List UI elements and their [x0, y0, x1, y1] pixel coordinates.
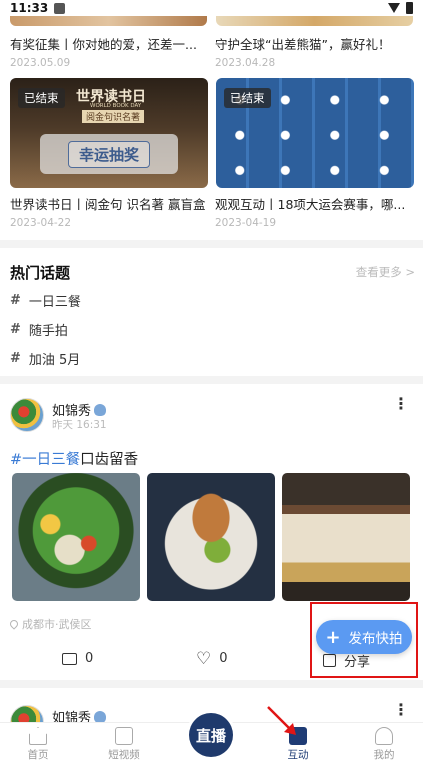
home-icon	[29, 727, 47, 745]
card-title: 世界读书日丨阅金句 识名著 赢盲盒	[10, 197, 206, 212]
like-button[interactable]: ♡ 0	[196, 648, 228, 669]
activity-info-right[interactable]: 观观互动丨18项大运会赛事，哪... 2023-04-19	[215, 194, 413, 229]
lottery-button[interactable]: 幸运抽奖	[40, 134, 178, 174]
nav-video-label: 短视频	[108, 749, 140, 761]
topic-item[interactable]: # 随手拍	[10, 320, 68, 339]
card-title: 有奖征集丨你对她的爱，还差一...	[10, 37, 197, 52]
feed[interactable]: 有奖征集丨你对她的爱，还差一... 2023.05.09 守护全球“出差熊猫”，…	[0, 0, 423, 722]
section-divider	[0, 240, 423, 248]
status-bar: 11:33	[0, 0, 423, 16]
section-divider	[0, 376, 423, 384]
nav-mine[interactable]: 我的	[354, 727, 414, 762]
battery-icon	[406, 2, 413, 14]
card-top-left[interactable]: 有奖征集丨你对她的爱，还差一... 2023.05.09	[10, 34, 208, 69]
heart-icon: ♡	[196, 648, 212, 669]
highlight-box	[310, 602, 418, 678]
red-arrow-annotation	[267, 706, 296, 735]
comment-count: 0	[85, 651, 94, 666]
card-title: 观观互动丨18项大运会赛事，哪...	[215, 197, 406, 212]
like-count: 0	[219, 651, 228, 666]
post-username[interactable]: 如锦秀	[52, 707, 107, 722]
nav-video[interactable]: 短视频	[94, 727, 154, 762]
username-text: 如锦秀	[52, 711, 92, 722]
activity-card-book-day[interactable]: 已结束 世界读书日 WORLD BOOK DAY 阅金句识名著 幸运抽奖	[10, 78, 208, 188]
ended-badge: 已结束	[224, 88, 271, 108]
card-top-right[interactable]: 守护全球“出差熊猫”，赢好礼！ 2023.04.28	[215, 34, 413, 69]
card-title: 守护全球“出差熊猫”，赢好礼！	[215, 37, 391, 52]
post-photo-cake[interactable]	[282, 473, 410, 601]
status-time: 11:33	[10, 1, 49, 15]
topic-label: 加油 5月	[28, 353, 81, 368]
post-hashtag[interactable]: #一日三餐	[10, 452, 80, 468]
hash-icon: #	[10, 293, 21, 308]
more-options-icon[interactable]: ⋮	[393, 702, 409, 718]
hash-icon: #	[10, 351, 21, 366]
topic-label: 随手拍	[28, 324, 68, 339]
post-photo-salad[interactable]	[12, 473, 140, 601]
lottery-label: 幸运抽奖	[67, 140, 150, 168]
avatar[interactable]	[10, 705, 44, 722]
comment-icon	[62, 652, 77, 665]
more-options-icon[interactable]: ⋮	[393, 396, 409, 412]
nav-home-label: 首页	[27, 749, 49, 761]
section-divider	[0, 680, 423, 688]
nav-home[interactable]: 首页	[8, 727, 68, 762]
card-image-top-right[interactable]	[216, 16, 413, 26]
location-text: 成都市·武侯区	[22, 618, 92, 631]
hot-topics-title: 热门话题	[10, 264, 71, 282]
banner-caption: 阅金句识名著	[82, 110, 145, 123]
banner-subtitle: WORLD BOOK DAY	[90, 103, 142, 109]
comment-button[interactable]: 0	[62, 651, 93, 666]
post-photo-fish[interactable]	[147, 473, 275, 601]
topic-item[interactable]: # 一日三餐	[10, 291, 81, 310]
view-more-link[interactable]: 查看更多 >	[356, 264, 415, 280]
nav-live-button[interactable]: 直播	[189, 713, 233, 757]
avatar[interactable]	[10, 398, 44, 432]
post-location: 成都市·武侯区	[8, 616, 92, 632]
location-pin-icon	[8, 618, 20, 630]
card-date: 2023-04-22	[10, 217, 72, 229]
post-text: #一日三餐口齿留香	[10, 448, 138, 469]
video-icon	[115, 727, 133, 745]
nav-mine-label: 我的	[373, 749, 395, 761]
card-date: 2023.04.28	[215, 57, 276, 69]
activity-card-sports[interactable]: 已结束	[216, 78, 414, 188]
topic-label: 一日三餐	[28, 295, 81, 310]
card-date: 2023-04-19	[215, 217, 277, 229]
profile-icon	[375, 727, 393, 745]
notification-icon	[54, 2, 66, 14]
post-time: 昨天 16:31	[52, 419, 107, 431]
bottom-nav: 首页 短视频 直播 互动 我的	[0, 713, 423, 766]
nav-interact-label: 互动	[287, 749, 309, 761]
ended-badge: 已结束	[18, 88, 65, 108]
post-body: 口齿留香	[80, 452, 139, 468]
verified-icon	[94, 711, 107, 722]
verified-icon	[94, 404, 107, 416]
activity-info-left[interactable]: 世界读书日丨阅金句 识名著 赢盲盒 2023-04-22	[10, 194, 208, 229]
card-date: 2023.05.09	[10, 57, 71, 69]
card-image-top-left[interactable]	[10, 16, 207, 26]
hash-icon: #	[10, 322, 21, 337]
topic-item[interactable]: # 加油 5月	[10, 349, 80, 368]
wifi-icon	[388, 3, 400, 13]
